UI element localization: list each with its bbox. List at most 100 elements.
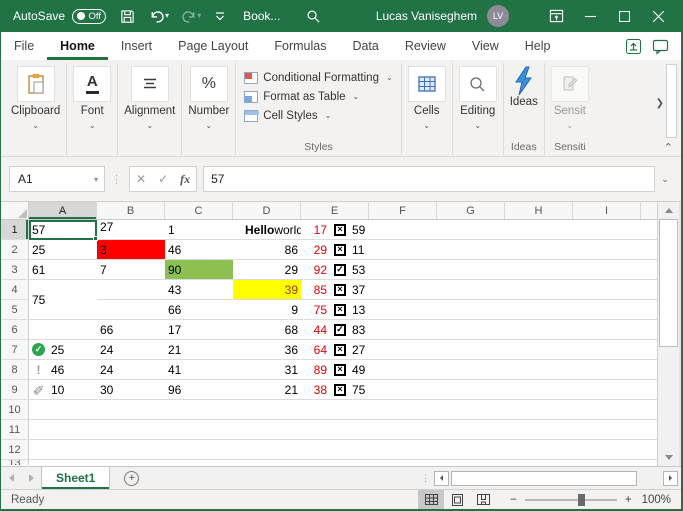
crossed-box-icon[interactable]: × xyxy=(334,384,346,396)
column-header-E[interactable]: E xyxy=(301,202,369,219)
alignment-icon[interactable] xyxy=(131,66,169,102)
column-header-C[interactable]: C xyxy=(165,202,233,219)
column-header-D[interactable]: D xyxy=(233,202,301,219)
cell-B1[interactable]: 27 xyxy=(97,220,165,239)
cell-partial-3[interactable] xyxy=(641,260,657,279)
row-header-7[interactable]: 7 xyxy=(1,340,29,359)
cell-C6[interactable]: 17 xyxy=(165,320,233,339)
cell-F5[interactable]: ×13 xyxy=(369,300,437,319)
cell-C7[interactable]: 21 xyxy=(165,340,233,359)
name-box-chevron-icon[interactable]: ▾ xyxy=(94,175,98,184)
horizontal-scroll-thumb[interactable] xyxy=(451,471,637,486)
cell-B3[interactable]: 7 xyxy=(97,260,165,279)
cell-A12[interactable] xyxy=(29,440,97,459)
undo-button[interactable]: ▾ xyxy=(145,3,173,29)
cell-G7[interactable] xyxy=(437,340,505,359)
cell-H13[interactable] xyxy=(505,460,573,465)
cell-D6[interactable]: 68 xyxy=(233,320,301,339)
cell-D4[interactable]: 39 xyxy=(233,280,301,299)
cell-H8[interactable] xyxy=(505,360,573,379)
page-layout-view-button[interactable] xyxy=(444,490,470,509)
cell-C3[interactable]: 90 xyxy=(165,260,233,279)
cell-I7[interactable] xyxy=(573,340,641,359)
maximize-button[interactable] xyxy=(607,0,641,32)
document-title[interactable]: Book... xyxy=(243,9,280,23)
column-header-H[interactable]: H xyxy=(505,202,573,219)
tab-file[interactable]: File xyxy=(1,32,47,60)
cell-I4[interactable] xyxy=(573,280,641,299)
zoom-slider[interactable] xyxy=(525,499,617,501)
cell-C9[interactable]: 96 xyxy=(165,380,233,399)
row-header-1[interactable]: 1 xyxy=(1,220,29,239)
share-icon[interactable] xyxy=(625,38,642,55)
cell-D13[interactable] xyxy=(233,460,301,465)
cell-H4[interactable] xyxy=(505,280,573,299)
cell-partial-13[interactable] xyxy=(641,460,657,465)
tab-insert[interactable]: Insert xyxy=(108,32,165,60)
cell-A3[interactable]: 61 xyxy=(29,260,97,279)
cell-E11[interactable] xyxy=(301,420,369,439)
row-header-2[interactable]: 2 xyxy=(1,240,29,259)
cell-G4[interactable] xyxy=(437,280,505,299)
formula-bar-expand-icon[interactable]: ⌄ xyxy=(655,174,675,185)
cell-F9[interactable]: ×75 xyxy=(369,380,437,399)
redo-button[interactable]: ▾ xyxy=(177,3,205,29)
cell-I5[interactable] xyxy=(573,300,641,319)
cell-B6[interactable]: 66 xyxy=(97,320,165,339)
insert-function-icon[interactable]: fx xyxy=(180,172,190,187)
row-header-3[interactable]: 3 xyxy=(1,260,29,279)
ribbon-overflow-scrollbar[interactable] xyxy=(666,64,677,138)
ribbon-group-ideas[interactable]: Ideas Ideas xyxy=(504,63,545,155)
avatar[interactable]: LV xyxy=(487,5,509,27)
merged-cell-A4-A5[interactable]: 75 xyxy=(29,280,97,320)
formula-input[interactable]: 57 xyxy=(203,166,655,192)
cell-A2[interactable]: 25 xyxy=(29,240,97,259)
row-header-12[interactable]: 12 xyxy=(1,440,29,459)
scrollbar-resize-handle[interactable]: ⋮ xyxy=(421,473,430,484)
autosave-toggle[interactable]: AutoSave Off xyxy=(13,9,106,24)
cell-B9[interactable]: 30 xyxy=(97,380,165,399)
checked-box-icon[interactable]: ✓ xyxy=(334,324,346,336)
cell-A8[interactable]: !46 xyxy=(29,360,97,379)
tab-help[interactable]: Help xyxy=(512,32,564,60)
ribbon-group-alignment[interactable]: Alignment ⌄ xyxy=(118,63,182,155)
cell-H12[interactable] xyxy=(505,440,573,459)
enter-icon[interactable]: ✓ xyxy=(158,172,168,186)
editing-icon[interactable] xyxy=(459,66,497,102)
quick-access-toolbar-button[interactable] xyxy=(211,3,229,29)
cell-I8[interactable] xyxy=(573,360,641,379)
cell-I3[interactable] xyxy=(573,260,641,279)
cell-D3[interactable]: 29 xyxy=(233,260,301,279)
cell-F8[interactable]: ×49 xyxy=(369,360,437,379)
sensitivity-icon[interactable] xyxy=(551,66,589,102)
row-header-4[interactable]: 4 xyxy=(1,280,29,299)
cell-G2[interactable] xyxy=(437,240,505,259)
ribbon-group-clipboard[interactable]: Clipboard ⌄ xyxy=(5,63,67,155)
number-icon[interactable]: % xyxy=(190,66,228,102)
cell-A7[interactable]: ✓25 xyxy=(29,340,97,359)
cell-I12[interactable] xyxy=(573,440,641,459)
cell-partial-12[interactable] xyxy=(641,440,657,459)
cell-F7[interactable]: ×27 xyxy=(369,340,437,359)
row-header-8[interactable]: 8 xyxy=(1,360,29,379)
row-header-9[interactable]: 9 xyxy=(1,380,29,399)
cell-G11[interactable] xyxy=(437,420,505,439)
scroll-left-icon[interactable] xyxy=(434,471,449,486)
fill-handle[interactable] xyxy=(93,236,98,241)
scroll-right-icon[interactable] xyxy=(663,471,678,486)
cell-C10[interactable] xyxy=(165,400,233,419)
zoom-slider-thumb[interactable] xyxy=(578,494,585,506)
tab-home[interactable]: Home xyxy=(47,32,108,60)
cells-icon[interactable] xyxy=(408,66,446,102)
sheet-nav-right-icon[interactable] xyxy=(21,467,41,489)
vertical-scroll-track[interactable] xyxy=(658,347,679,449)
crossed-box-icon[interactable]: × xyxy=(334,364,346,376)
tab-view[interactable]: View xyxy=(459,32,512,60)
cell-C5[interactable]: 66 xyxy=(165,300,233,319)
cell-E10[interactable] xyxy=(301,400,369,419)
cell-partial-1[interactable] xyxy=(641,220,657,239)
crossed-box-icon[interactable]: × xyxy=(334,304,346,316)
sheet-nav-left-icon[interactable] xyxy=(1,467,21,489)
ribbon-group-number[interactable]: % Number ⌄ xyxy=(182,63,236,155)
cell-C4[interactable]: 43 xyxy=(165,280,233,299)
